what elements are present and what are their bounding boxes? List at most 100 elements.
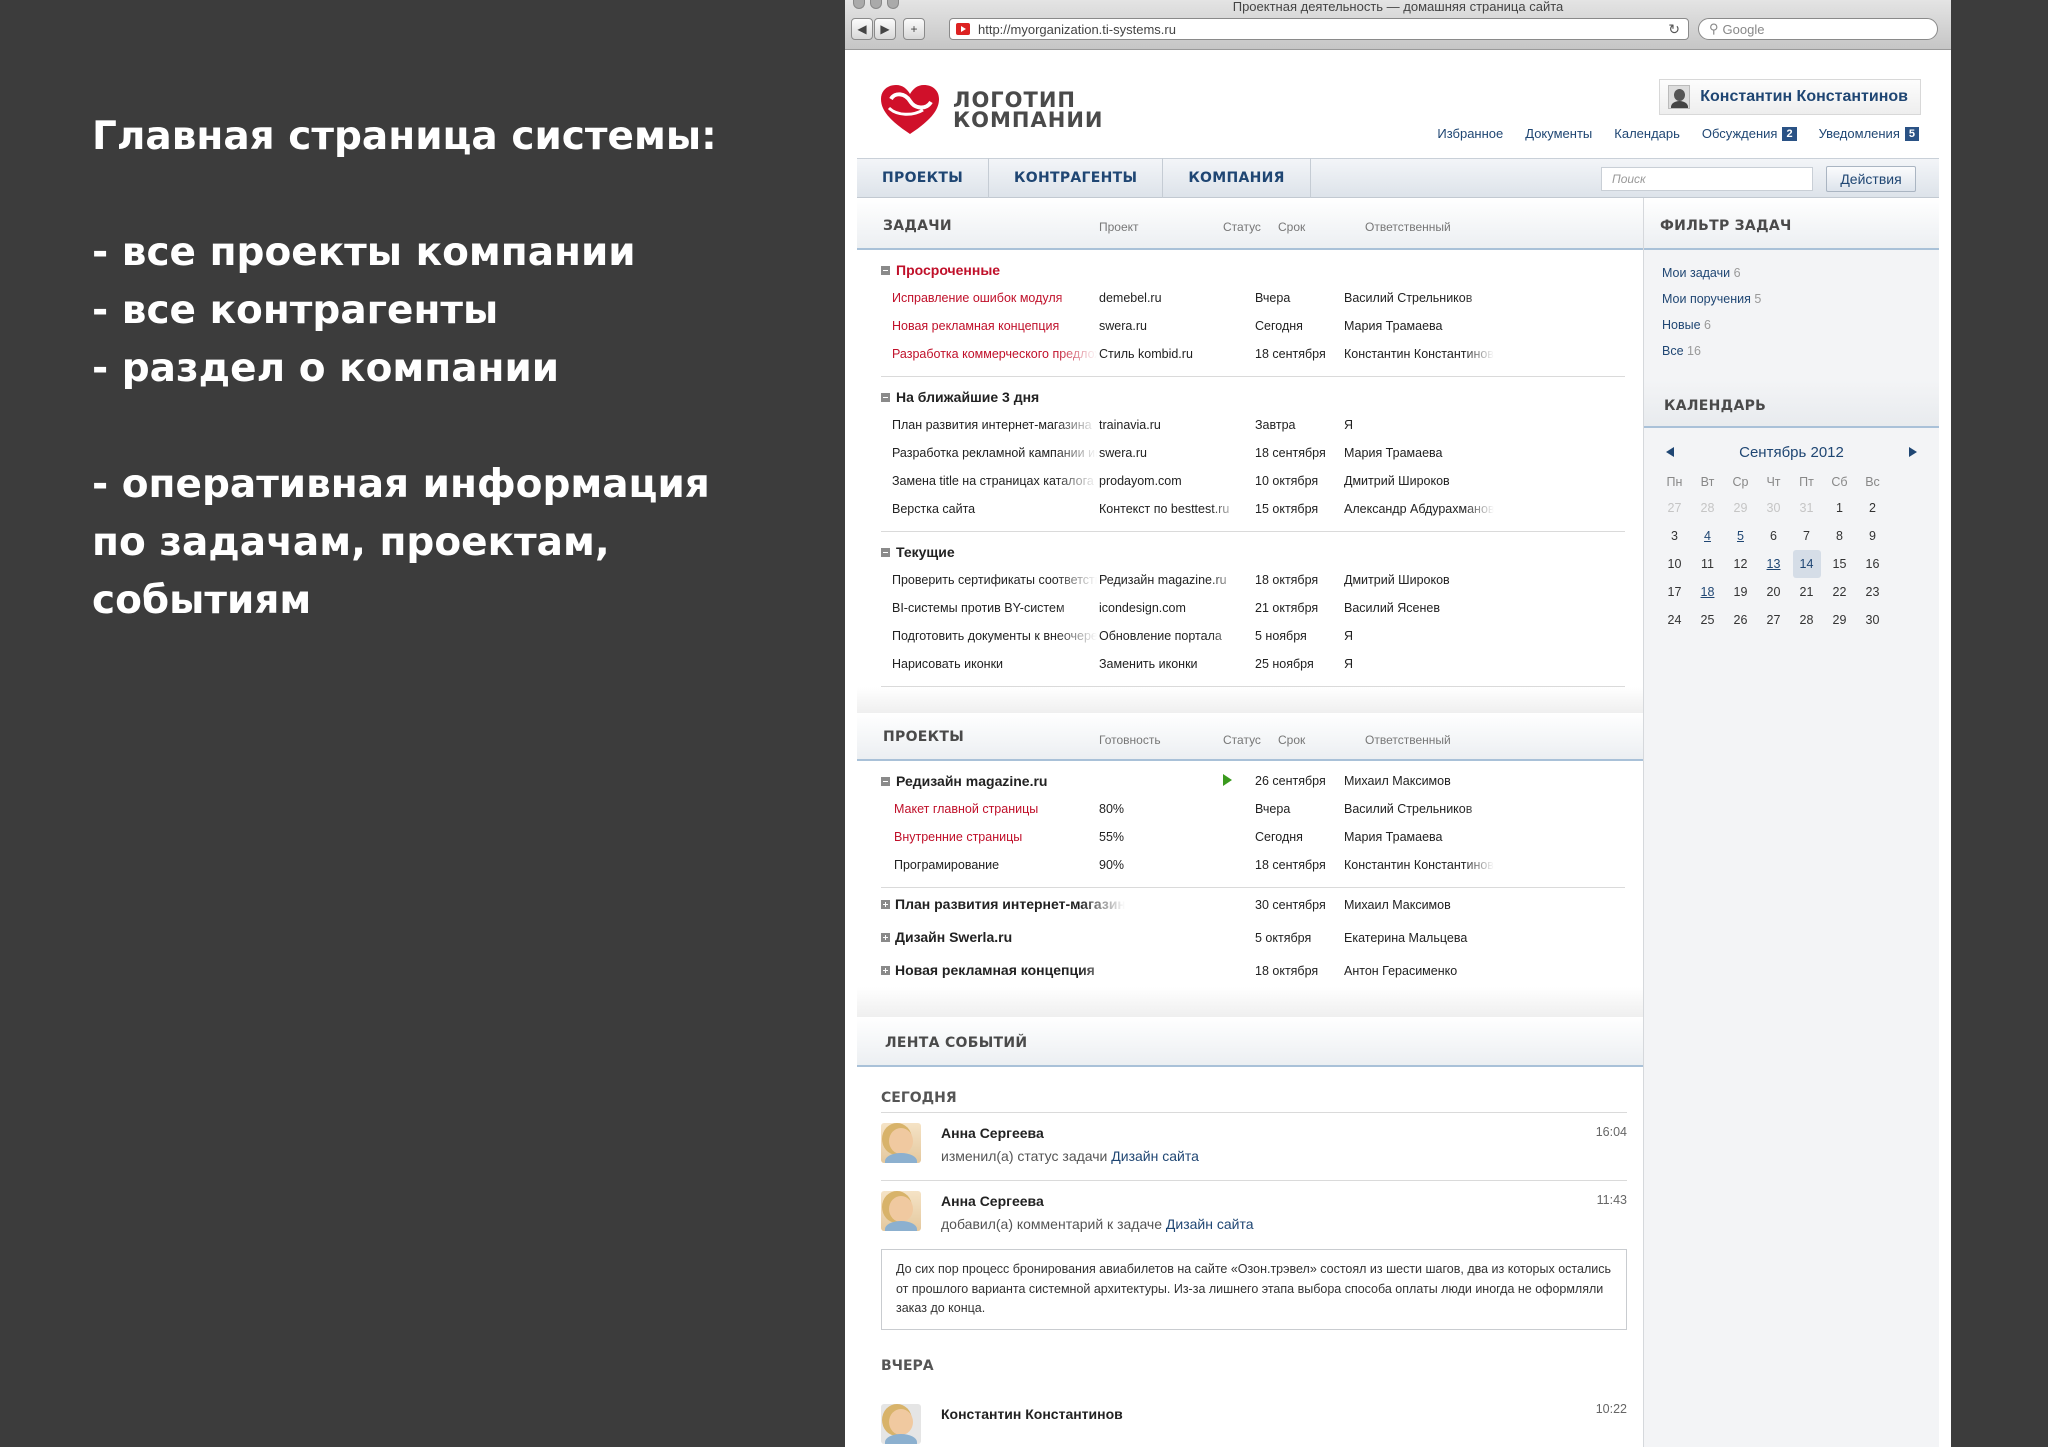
calendar-day[interactable]: 30 xyxy=(1757,494,1790,522)
filter-item[interactable]: Все 16 xyxy=(1662,338,1921,364)
subtask-name[interactable]: Програмирование xyxy=(894,858,1132,872)
filter-item[interactable]: Мои задачи 6 xyxy=(1662,260,1921,286)
calendar-day[interactable]: 21 xyxy=(1790,578,1823,606)
task-project[interactable]: Стиль kombid.ru xyxy=(1099,347,1239,361)
event-author[interactable]: Анна Сергеева xyxy=(941,1193,1044,1209)
project-title[interactable]: Редизайн magazine.ru 26 сентября Михаил Ма… xyxy=(881,767,1625,795)
calendar-day[interactable]: 2 xyxy=(1856,494,1889,522)
calendar-day[interactable]: 8 xyxy=(1823,522,1856,550)
top-link[interactable]: Избранное xyxy=(1437,126,1503,141)
calendar-day[interactable]: 29 xyxy=(1724,494,1757,522)
task-row[interactable]: Замена title на страницах каталога proday… xyxy=(881,467,1625,495)
top-link[interactable]: Документы xyxy=(1525,126,1592,141)
event-target-link[interactable]: Дизайн сайта xyxy=(1166,1216,1254,1232)
task-row[interactable]: Разработка коммерческого предложенияСтил… xyxy=(881,340,1625,368)
calendar-day[interactable]: 29 xyxy=(1823,606,1856,634)
event-author[interactable]: Константин Константинов xyxy=(941,1406,1123,1422)
project-task-row[interactable]: Внутренние страницы 55% Сегодня Мария Трама… xyxy=(881,823,1625,851)
task-project[interactable]: swera.ru xyxy=(1099,319,1239,333)
calendar-day[interactable]: 16 xyxy=(1856,550,1889,578)
calendar-day[interactable]: 12 xyxy=(1724,550,1757,578)
top-link[interactable]: Уведомления 5 xyxy=(1819,126,1919,141)
calendar-day[interactable]: 10 xyxy=(1658,550,1691,578)
task-name[interactable]: Проверить сертификаты соответствия xyxy=(892,573,1097,587)
task-name[interactable]: Верстка сайта xyxy=(892,502,1097,516)
task-row[interactable]: План развития интернет-магазина trainavia… xyxy=(881,411,1625,439)
task-name[interactable]: Нарисовать иконки xyxy=(892,657,1097,671)
calendar-day[interactable]: 24 xyxy=(1658,606,1691,634)
calendar-day[interactable]: 4 xyxy=(1691,522,1724,550)
nav-projects[interactable]: ПРОЕКТЫ xyxy=(857,158,990,198)
task-group-title[interactable]: Просроченные xyxy=(881,256,1625,284)
calendar-day[interactable]: 15 xyxy=(1823,550,1856,578)
filter-item[interactable]: Новые 6 xyxy=(1662,312,1921,338)
calendar-day[interactable]: 6 xyxy=(1757,522,1790,550)
task-row[interactable]: Верстка сайта Контекст по besttest.ru 15 о… xyxy=(881,495,1625,523)
task-row[interactable]: Нарисовать иконки Заменить иконки 25 ноябр… xyxy=(881,650,1625,678)
task-project[interactable]: Обновление портала xyxy=(1099,629,1239,643)
task-project[interactable]: Заменить иконки xyxy=(1099,657,1239,671)
calendar-day[interactable]: 5 xyxy=(1724,522,1757,550)
task-project[interactable]: swera.ru xyxy=(1099,446,1239,460)
calendar-day[interactable]: 1 xyxy=(1823,494,1856,522)
calendar-day[interactable]: 13 xyxy=(1757,550,1790,578)
task-name[interactable]: BI-системы против BY-систем xyxy=(892,601,1097,615)
project-name[interactable]: План развития интернет-магазина xyxy=(895,896,1125,912)
calendar-day[interactable]: 17 xyxy=(1658,578,1691,606)
task-project[interactable]: Контекст по besttest.ru xyxy=(1099,502,1239,516)
task-row[interactable]: Новая рекламная концепция swera.ru Сегодня… xyxy=(881,312,1625,340)
calendar-day[interactable]: 20 xyxy=(1757,578,1790,606)
expand-icon[interactable] xyxy=(881,900,890,909)
project-name[interactable]: Дизайн Swerla.ru xyxy=(895,929,1125,945)
task-row[interactable]: Разработка рекламной кампании интернетsw… xyxy=(881,439,1625,467)
task-name[interactable]: Разработка рекламной кампании интернет xyxy=(892,446,1097,460)
calendar-day[interactable]: 26 xyxy=(1724,606,1757,634)
task-project[interactable]: demebel.ru xyxy=(1099,291,1239,305)
calendar-day[interactable]: 27 xyxy=(1658,494,1691,522)
address-bar[interactable]: http://myorganization.ti-systems.ru ↻ xyxy=(949,18,1689,40)
task-name[interactable]: Новая рекламная концепция xyxy=(892,319,1097,333)
task-row[interactable]: Проверить сертификаты соответствия Редиза… xyxy=(881,566,1625,594)
calendar-day[interactable]: 28 xyxy=(1790,606,1823,634)
add-bookmark-button[interactable]: + xyxy=(903,18,925,40)
calendar-day[interactable]: 30 xyxy=(1856,606,1889,634)
site-search-input[interactable]: Поиск xyxy=(1601,167,1813,191)
subtask-name[interactable]: Макет главной страницы xyxy=(894,802,1132,816)
task-name[interactable]: Исправление ошибок модуля xyxy=(892,291,1097,305)
task-project[interactable]: prodayom.com xyxy=(1099,474,1239,488)
filter-item[interactable]: Мои поручения 5 xyxy=(1662,286,1921,312)
calendar-day[interactable]: 7 xyxy=(1790,522,1823,550)
project-task-row[interactable]: Програмирование 90% 18 сентября Константин … xyxy=(881,851,1625,879)
prev-month-icon[interactable] xyxy=(1666,447,1674,457)
expand-icon[interactable] xyxy=(881,966,890,975)
calendar-day[interactable]: 28 xyxy=(1691,494,1724,522)
browser-search-field[interactable]: ⚲ Google xyxy=(1698,18,1938,40)
expand-icon[interactable] xyxy=(881,933,890,942)
next-month-icon[interactable] xyxy=(1909,447,1917,457)
nav-contractors[interactable]: КОНТРАГЕНТЫ xyxy=(989,158,1164,198)
collapse-icon[interactable] xyxy=(881,265,890,275)
top-link[interactable]: Календарь xyxy=(1614,126,1680,141)
collapse-icon[interactable] xyxy=(881,776,890,786)
calendar-day[interactable]: 25 xyxy=(1691,606,1724,634)
user-profile-button[interactable]: Константин Константинов xyxy=(1659,79,1921,115)
calendar-day[interactable]: 9 xyxy=(1856,522,1889,550)
calendar-day[interactable]: 22 xyxy=(1823,578,1856,606)
calendar-day[interactable]: 14 xyxy=(1792,550,1821,578)
task-name[interactable]: Разработка коммерческого предложения xyxy=(892,347,1097,361)
nav-company[interactable]: КОМПАНИЯ xyxy=(1163,158,1311,198)
calendar-day[interactable]: 19 xyxy=(1724,578,1757,606)
task-row[interactable]: BI-системы против BY-систем icondesign.co… xyxy=(881,594,1625,622)
company-logo[interactable]: ЛОГОТИП КОМПАНИИ xyxy=(879,84,1103,136)
calendar-day[interactable]: 3 xyxy=(1658,522,1691,550)
back-button[interactable]: ◀ xyxy=(851,18,873,40)
task-row[interactable]: Исправление ошибок модуля demebel.ru Вчера… xyxy=(881,284,1625,312)
task-project[interactable]: icondesign.com xyxy=(1099,601,1239,615)
project-row[interactable]: Дизайн Swerla.ru 5 октября Екатерина Мальц… xyxy=(881,921,1625,954)
calendar-month-year[interactable]: Сентябрь 2012 xyxy=(1739,444,1844,461)
event-target-link[interactable]: Дизайн сайта xyxy=(1111,1148,1199,1164)
project-task-row[interactable]: Макет главной страницы 80% Вчера Василий Ст… xyxy=(881,795,1625,823)
project-row[interactable]: Новая рекламная концепция 18 октября Антон… xyxy=(881,954,1625,987)
reload-icon[interactable]: ↻ xyxy=(1668,21,1680,38)
top-link[interactable]: Обсуждения 2 xyxy=(1702,126,1797,141)
